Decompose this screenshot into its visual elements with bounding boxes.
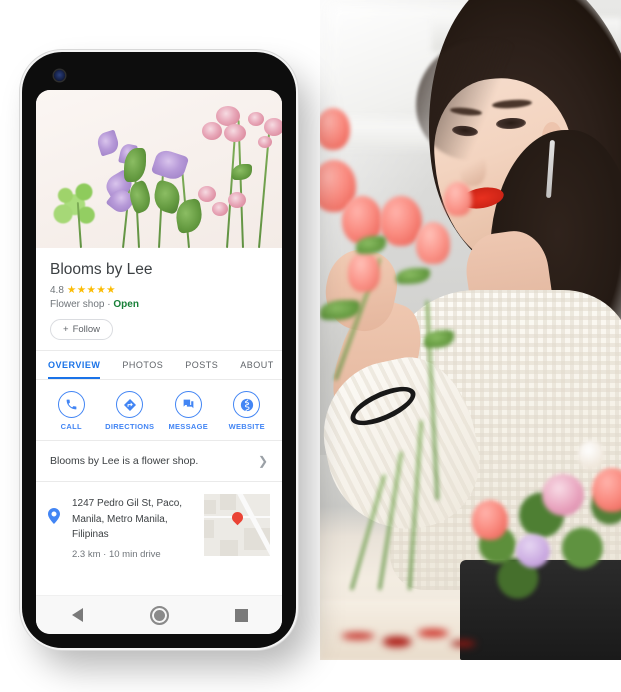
hero-astrantia: [264, 118, 282, 136]
message-button-label: MESSAGE: [168, 422, 209, 431]
address-row[interactable]: 1247 Pedro Gil St, Paco, Manila, Metro M…: [36, 482, 282, 572]
hero-astrantia: [216, 106, 240, 126]
home-circle-icon: [149, 605, 169, 625]
photo-nose: [460, 150, 486, 186]
call-button-label: CALL: [60, 422, 82, 431]
photo-rose-bud: [348, 252, 380, 292]
map-pin-marker: [229, 509, 246, 526]
hero-stem: [226, 134, 236, 248]
address-line-3: Filipinas: [72, 529, 109, 540]
drive-time-value: 10 min drive: [108, 548, 161, 560]
hero-astrantia: [258, 136, 272, 148]
message-icon: [183, 399, 194, 409]
tab-posts[interactable]: POSTS: [185, 351, 218, 379]
website-button-label: WEBSITE: [228, 422, 265, 431]
hero-clematis: [95, 129, 121, 157]
hero-astrantia: [248, 112, 264, 126]
photo-rose-bud: [416, 222, 450, 264]
hero-leaf: [124, 148, 146, 182]
recents-square-icon: [234, 608, 248, 622]
phone-screen: Blooms by Lee 4.8 ★★★★★ Flower shop · Op…: [36, 90, 282, 634]
follow-button-label: Follow: [72, 324, 101, 335]
distance-and-drive-time: 2.3 km · 10 min drive: [72, 549, 196, 560]
phone-icon: [66, 399, 77, 410]
map-pin-icon: [48, 508, 60, 524]
hero-leaf: [232, 164, 252, 180]
business-description-row[interactable]: Blooms by Lee is a flower shop. ❯: [36, 441, 282, 482]
open-status-badge: Open: [113, 299, 139, 310]
follow-button[interactable]: + Follow: [50, 319, 114, 340]
meta-separator: ·: [103, 548, 107, 560]
nav-home-button[interactable]: [137, 605, 181, 625]
android-navigation-bar: [36, 595, 282, 634]
photo-bouquet-white-flower: [578, 440, 604, 470]
map-block: [220, 540, 238, 556]
website-button[interactable]: WEBSITE: [219, 391, 275, 431]
address-text-block: 1247 Pedro Gil St, Paco, Manila, Metro M…: [72, 494, 196, 560]
chevron-right-icon: ❯: [257, 454, 268, 468]
photo-rose-bud: [444, 182, 472, 216]
photo-rose: [320, 108, 350, 150]
phone-mockup: Blooms by Lee 4.8 ★★★★★ Flower shop · Op…: [22, 52, 296, 648]
category-row: Flower shop · Open: [50, 299, 268, 310]
phone-icon-circle: [57, 391, 85, 418]
rating-value: 4.8: [50, 284, 64, 296]
message-button[interactable]: MESSAGE: [160, 391, 216, 431]
business-header-image[interactable]: [36, 90, 282, 248]
tab-bar: OVERVIEW PHOTOS POSTS ABOUT: [36, 351, 282, 380]
directions-button[interactable]: DIRECTIONS: [102, 391, 158, 431]
business-description-text: Blooms by Lee is a flower shop.: [50, 455, 199, 467]
distance-value: 2.3 km: [72, 548, 101, 560]
tab-overview[interactable]: OVERVIEW: [48, 351, 101, 379]
map-block: [204, 500, 216, 514]
address-line-2: Manila, Metro Manila,: [72, 513, 168, 525]
map-block: [204, 520, 214, 538]
photo-fallen-petals: [328, 612, 478, 660]
business-name: Blooms by Lee: [50, 261, 153, 278]
directions-icon: [123, 398, 136, 411]
hero-astrantia: [212, 202, 228, 216]
star-rating-icon: ★★★★★: [66, 284, 116, 296]
message-icon-circle: [174, 391, 202, 418]
florist-photo: [320, 0, 621, 660]
hero-astrantia: [198, 186, 216, 202]
action-button-row: CALL DIRECTIONS MESSAGE WEBSITE: [36, 380, 282, 441]
photo-bouquet-rose: [472, 500, 508, 540]
screenshot-canvas: Blooms by Lee 4.8 ★★★★★ Flower shop · Op…: [0, 0, 621, 692]
address-line-1: 1247 Pedro Gil St, Paco,: [72, 498, 183, 509]
nav-recents-button[interactable]: [219, 608, 263, 622]
photo-bouquet-peony: [542, 474, 584, 516]
tab-photos[interactable]: PHOTOS: [122, 351, 163, 379]
globe-icon: [240, 398, 253, 412]
business-category: Flower shop: [50, 299, 105, 310]
back-triangle-icon: [71, 608, 83, 622]
hero-astrantia: [228, 192, 246, 208]
map-thumbnail[interactable]: [204, 494, 270, 556]
address-lines: 1247 Pedro Gil St, Paco, Manila, Metro M…: [72, 496, 196, 543]
map-block: [220, 494, 236, 510]
hero-astrantia: [202, 122, 222, 140]
hero-astrantia: [224, 124, 246, 142]
category-separator: ·: [107, 299, 111, 310]
rating-row: 4.8 ★★★★★: [50, 284, 268, 296]
directions-icon-circle: [116, 391, 144, 418]
tab-about[interactable]: ABOUT: [240, 351, 274, 379]
business-info: Blooms by Lee 4.8 ★★★★★ Flower shop · Op…: [36, 248, 282, 351]
photo-bouquet-allium: [516, 534, 550, 568]
photo-bouquet-rose: [592, 468, 621, 512]
front-camera-icon: [54, 70, 65, 81]
location-pin-icon: [48, 494, 64, 529]
nav-back-button[interactable]: [55, 608, 99, 622]
call-button[interactable]: CALL: [43, 391, 99, 431]
directions-button-label: DIRECTIONS: [105, 422, 155, 431]
globe-icon-circle: [233, 391, 261, 418]
plus-icon: +: [63, 324, 69, 335]
